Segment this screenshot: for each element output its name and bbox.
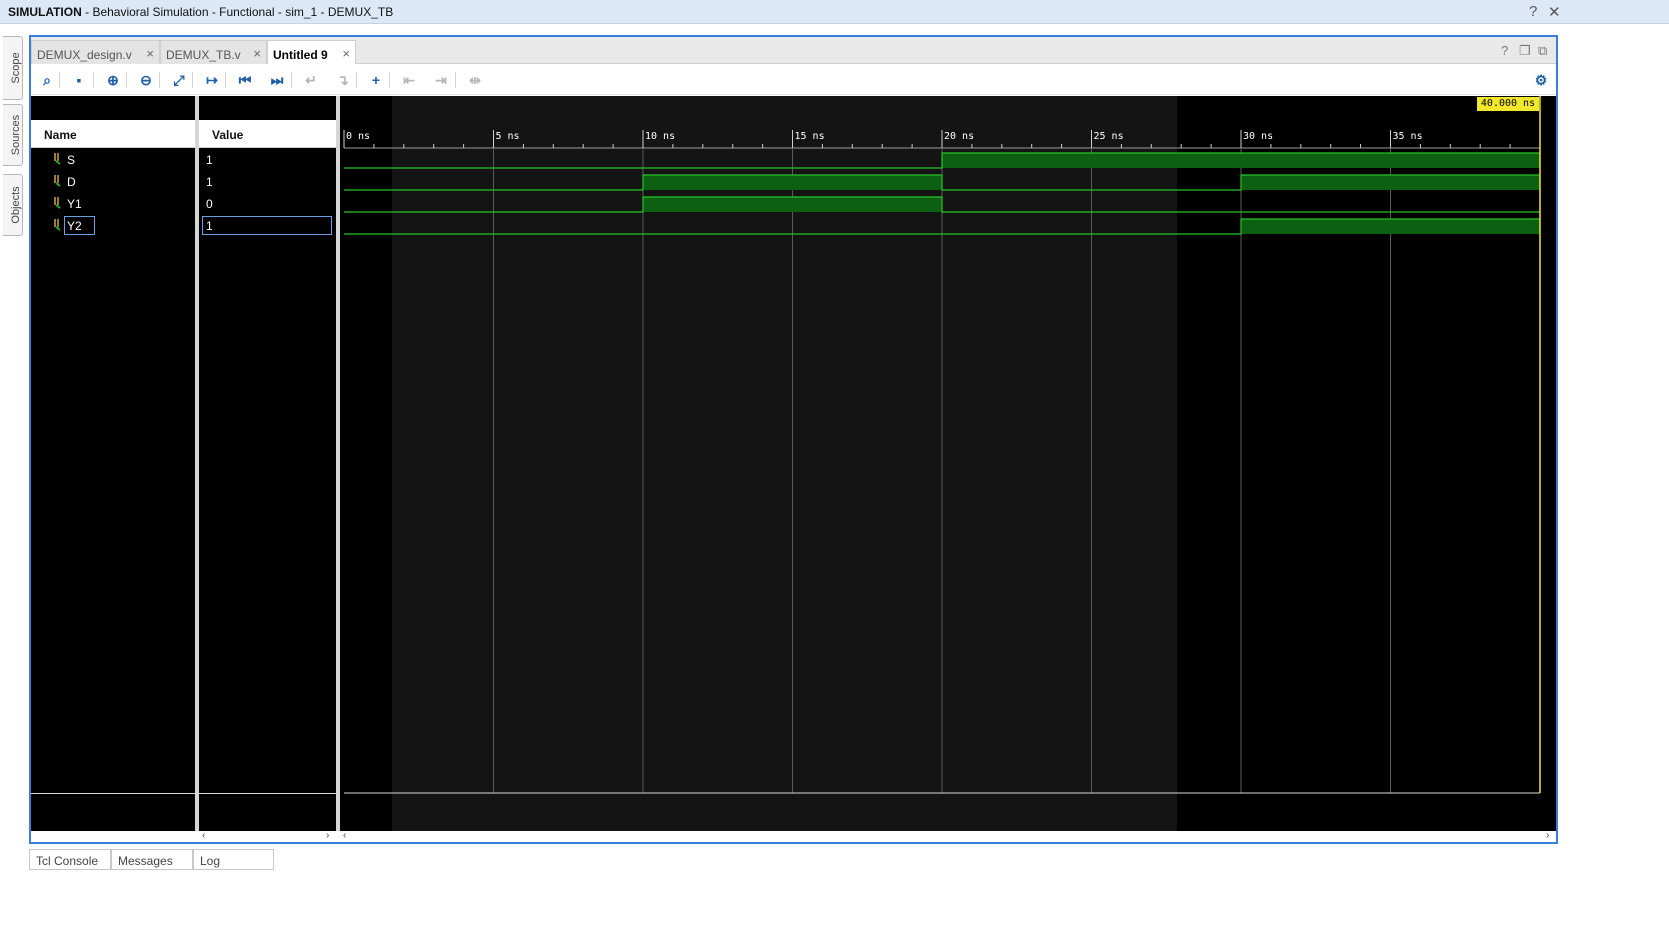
value-pane-scrollbar[interactable]: ‹ › [199, 830, 336, 842]
toolbar-separator [93, 72, 94, 88]
previous-transition-icon[interactable]: ↵ [301, 70, 321, 90]
signal-value-row[interactable]: 1 [199, 148, 336, 170]
wire-signal-icon [54, 153, 61, 165]
signal-value: 1 [202, 216, 332, 235]
signal-value: 0 [206, 197, 213, 211]
previous-marker-icon[interactable]: ⇤ [399, 70, 419, 90]
time-tick-label: 35 ns [1393, 131, 1423, 142]
title-bar: SIMULATION - Behavioral Simulation - Fun… [0, 0, 1669, 24]
toolbar-separator [126, 72, 127, 88]
close-icon[interactable]: ✕ [1548, 3, 1561, 21]
name-pane: Name S D Y1 Y2 [31, 96, 195, 831]
signal-value: 1 [206, 153, 213, 167]
go-to-cursor-icon[interactable]: ↦ [202, 70, 222, 90]
tab-log[interactable]: Log [193, 849, 274, 870]
signal-high-fill [643, 197, 942, 212]
toolbar-separator [159, 72, 160, 88]
save-icon[interactable]: ▪ [69, 70, 89, 90]
signal-high-fill [1241, 175, 1540, 190]
value-column-header[interactable]: Value [199, 120, 336, 148]
signal-row[interactable]: Y1 [31, 192, 195, 214]
time-tick-label: 0 ns [346, 131, 370, 142]
wave-toolbar: ⌕ ▪ ⊕ ⊖ ⤢ ↦ ⏮ ⏭ ↵ ↴ + ⇤ ⇥ ⇹ ⚙ [31, 64, 1556, 95]
signal-name: Y1 [67, 197, 82, 211]
waveform-scrollbar[interactable]: ‹ › [340, 830, 1556, 842]
float-icon[interactable]: ⧉ [1538, 43, 1547, 59]
value-pane: Value 1 1 0 1 [199, 96, 336, 831]
time-tick-label: 30 ns [1243, 131, 1273, 142]
zoom-fit-icon[interactable]: ⤢ [169, 70, 189, 90]
signal-value-row[interactable]: 1 [199, 214, 336, 236]
signal-row[interactable]: S [31, 148, 195, 170]
editor-tab-bar: DEMUX_design.v × DEMUX_TB.v × Untitled 9… [31, 37, 1556, 64]
time-tick-label: 5 ns [496, 131, 520, 142]
side-tab-scope[interactable]: Scope [3, 36, 23, 100]
swap-cursors-icon[interactable]: ⇹ [465, 70, 485, 90]
help-icon[interactable]: ? [1501, 43, 1508, 58]
toolbar-separator [455, 72, 456, 88]
scroll-right-icon[interactable]: › [326, 830, 329, 841]
pane-divider [199, 793, 336, 794]
signal-high-fill [643, 175, 942, 190]
close-tab-icon[interactable]: × [146, 46, 154, 61]
scroll-right-icon[interactable]: › [1546, 830, 1549, 841]
signal-row[interactable]: D [31, 170, 195, 192]
waveform-pane[interactable]: 0 ns 5 ns 10 ns 15 ns 20 ns 25 ns 30 ns 35 ns 4… [340, 96, 1556, 831]
wire-signal-icon [54, 175, 61, 187]
tab-demux-tb[interactable]: DEMUX_TB.v × [160, 40, 267, 64]
zoom-in-icon[interactable]: ⊕ [103, 70, 123, 90]
next-transition-icon[interactable]: ↴ [333, 70, 353, 90]
time-tick-label: 10 ns [645, 131, 675, 142]
time-tick-label: 15 ns [795, 131, 825, 142]
settings-gear-icon[interactable]: ⚙ [1531, 70, 1551, 90]
signal-value-row[interactable]: 1 [199, 170, 336, 192]
tab-demux-design[interactable]: DEMUX_design.v × [31, 40, 160, 64]
signal-value: 1 [206, 175, 213, 189]
scroll-left-icon[interactable]: ‹ [343, 830, 346, 841]
scroll-left-icon[interactable]: ‹ [202, 830, 205, 841]
search-icon[interactable]: ⌕ [37, 70, 57, 90]
cursor-time-label: 40.000 ns [1477, 97, 1539, 111]
go-to-time-zero-icon[interactable]: ⏮ [235, 70, 255, 90]
signal-high-fill [1241, 219, 1540, 234]
toolbar-separator [291, 72, 292, 88]
tab-untitled-9[interactable]: Untitled 9 × [267, 40, 356, 64]
toolbar-separator [192, 72, 193, 88]
add-marker-icon[interactable]: + [366, 70, 386, 90]
waveform-canvas[interactable]: 0 ns 5 ns 10 ns 15 ns 20 ns 25 ns 30 ns 35 ns [340, 96, 1556, 831]
wire-signal-icon [54, 197, 61, 209]
toolbar-separator [389, 72, 390, 88]
signal-name: Y2 [64, 216, 95, 235]
wave-window: DEMUX_design.v × DEMUX_TB.v × Untitled 9… [29, 35, 1558, 844]
zoom-out-icon[interactable]: ⊖ [136, 70, 156, 90]
signal-name: D [67, 175, 76, 189]
restore-icon[interactable]: ❐ [1519, 43, 1531, 59]
side-tab-objects[interactable]: Objects [3, 174, 23, 236]
name-column-header[interactable]: Name [31, 120, 195, 148]
go-to-last-time-icon[interactable]: ⏭ [267, 70, 287, 90]
wire-signal-icon [54, 219, 61, 231]
time-tick-label: 20 ns [944, 131, 974, 142]
pane-divider [31, 793, 195, 794]
signal-name: S [67, 153, 76, 167]
close-tab-icon[interactable]: × [342, 46, 350, 61]
toolbar-separator [356, 72, 357, 88]
help-icon[interactable]: ? [1529, 3, 1537, 20]
tab-messages[interactable]: Messages [111, 849, 193, 870]
next-marker-icon[interactable]: ⇥ [431, 70, 451, 90]
side-tab-sources[interactable]: Sources [3, 104, 23, 166]
window-title: SIMULATION - Behavioral Simulation - Fun… [8, 5, 394, 19]
time-tick-label: 25 ns [1094, 131, 1124, 142]
signal-high-fill [942, 153, 1540, 168]
signal-value-row[interactable]: 0 [199, 192, 336, 214]
signal-row[interactable]: Y2 [31, 214, 195, 236]
toolbar-separator [225, 72, 226, 88]
tab-tcl-console[interactable]: Tcl Console [29, 849, 111, 870]
close-tab-icon[interactable]: × [253, 46, 261, 61]
side-tab-rail: Scope Sources Objects [0, 24, 27, 927]
toolbar-separator [59, 72, 60, 88]
